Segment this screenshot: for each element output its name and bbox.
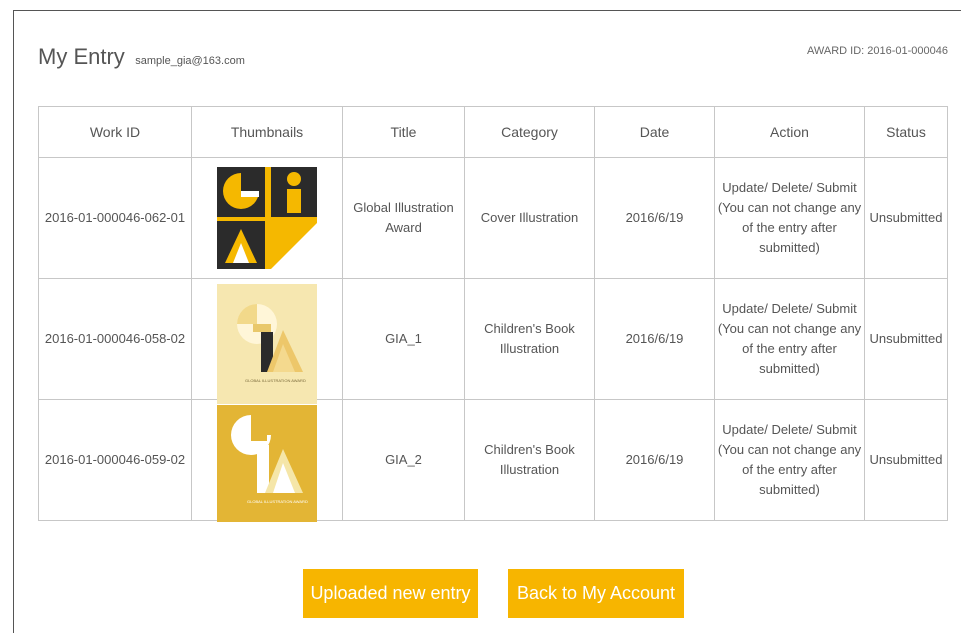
cell-thumbnail: GLOBAL ILLUSTRATION AWARD <box>191 278 343 404</box>
column-header-action: Action <box>714 106 865 158</box>
poster-caption: GLOBAL ILLUSTRATION AWARD <box>245 378 306 383</box>
table-header-row: Work ID Thumbnails Title Category Date A… <box>38 106 948 158</box>
thumbnail-image[interactable] <box>217 167 317 269</box>
cell-status: Unsubmitted <box>864 278 948 400</box>
upload-new-entry-button[interactable]: Uploaded new entry <box>303 569 478 618</box>
thumbnail-image[interactable]: GLOBAL ILLUSTRATION AWARD <box>217 283 317 404</box>
cell-work-id: 2016-01-000046-059-02 <box>38 399 192 521</box>
cell-title: Global Illustration Award <box>342 157 465 279</box>
gia-poster-gold-image: GLOBAL ILLUSTRATION AWARD <box>217 404 317 522</box>
back-to-account-button[interactable]: Back to My Account <box>508 569 684 618</box>
cell-action[interactable]: Update/ Delete/ Submit (You can not chan… <box>714 399 865 521</box>
cell-thumbnail <box>191 157 343 279</box>
column-header-work-id: Work ID <box>38 106 192 158</box>
award-id: AWARD ID: 2016-01-000046 <box>806 45 948 57</box>
cell-category: Children's Book Illustration <box>464 399 595 521</box>
cell-date: 2016/6/19 <box>594 278 715 400</box>
window-left-border <box>13 10 14 633</box>
poster-caption: GLOBAL ILLUSTRATION AWARD <box>247 499 308 504</box>
cell-category: Children's Book Illustration <box>464 278 595 400</box>
cell-date: 2016/6/19 <box>594 399 715 521</box>
column-header-title: Title <box>342 106 465 158</box>
cell-category: Cover Illustration <box>464 157 595 279</box>
cell-status: Unsubmitted <box>864 157 948 279</box>
table-row: 2016-01-000046-058-02 GLOBAL ILLUSTRATIO… <box>38 278 948 404</box>
gia-artwork-image <box>217 167 317 269</box>
column-header-thumbnails: Thumbnails <box>191 106 343 158</box>
gia-poster-pale-image: GLOBAL ILLUSTRATION AWARD <box>217 283 317 404</box>
cell-title: GIA_1 <box>342 278 465 400</box>
cell-status: Unsubmitted <box>864 399 948 521</box>
page-heading: My Entry sample_gia@163.com <box>38 44 245 70</box>
window-top-border <box>13 10 961 11</box>
cell-action[interactable]: Update/ Delete/ Submit (You can not chan… <box>714 278 865 400</box>
user-email: sample_gia@163.com <box>135 55 245 67</box>
entries-table: Work ID Thumbnails Title Category Date A… <box>38 106 948 522</box>
column-header-date: Date <box>594 106 715 158</box>
cell-date: 2016/6/19 <box>594 157 715 279</box>
cell-work-id: 2016-01-000046-058-02 <box>38 278 192 400</box>
cell-title: GIA_2 <box>342 399 465 521</box>
cell-work-id: 2016-01-000046-062-01 <box>38 157 192 279</box>
table-row: 2016-01-000046-062-01 Global Illustratio… <box>38 157 948 279</box>
table-row: 2016-01-000046-059-02 GLOBAL ILLUSTRATIO… <box>38 399 948 522</box>
cell-action[interactable]: Update/ Delete/ Submit (You can not chan… <box>714 157 865 279</box>
thumbnail-image[interactable]: GLOBAL ILLUSTRATION AWARD <box>217 404 317 522</box>
cell-thumbnail: GLOBAL ILLUSTRATION AWARD <box>191 399 343 522</box>
column-header-status: Status <box>864 106 948 158</box>
page-title: My Entry <box>38 44 125 69</box>
entries-table-container[interactable]: Work ID Thumbnails Title Category Date A… <box>38 106 948 522</box>
column-header-category: Category <box>464 106 595 158</box>
